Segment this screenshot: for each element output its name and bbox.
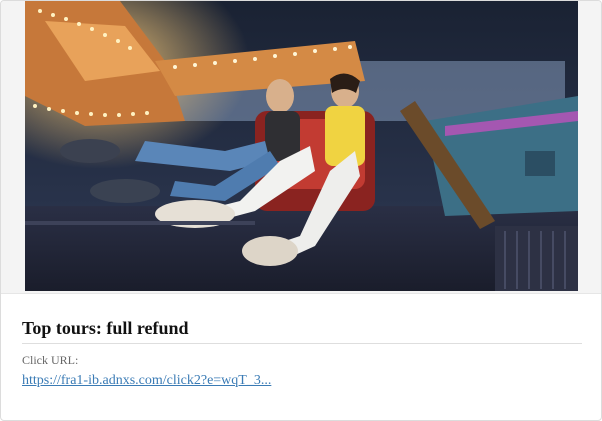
- ad-title[interactable]: Top tours: full refund: [22, 293, 582, 339]
- media-frame: [1, 1, 601, 294]
- ad-image[interactable]: [25, 1, 578, 291]
- title-divider: [22, 343, 582, 344]
- click-url-link[interactable]: https://fra1-ib.adnxs.com/click2?e=wqT_3…: [22, 372, 271, 389]
- ad-card: Top tours: full refund Click URL: https:…: [0, 0, 602, 421]
- ad-content: Top tours: full refund Click URL: https:…: [22, 293, 582, 389]
- click-url-label: Click URL:: [22, 353, 79, 367]
